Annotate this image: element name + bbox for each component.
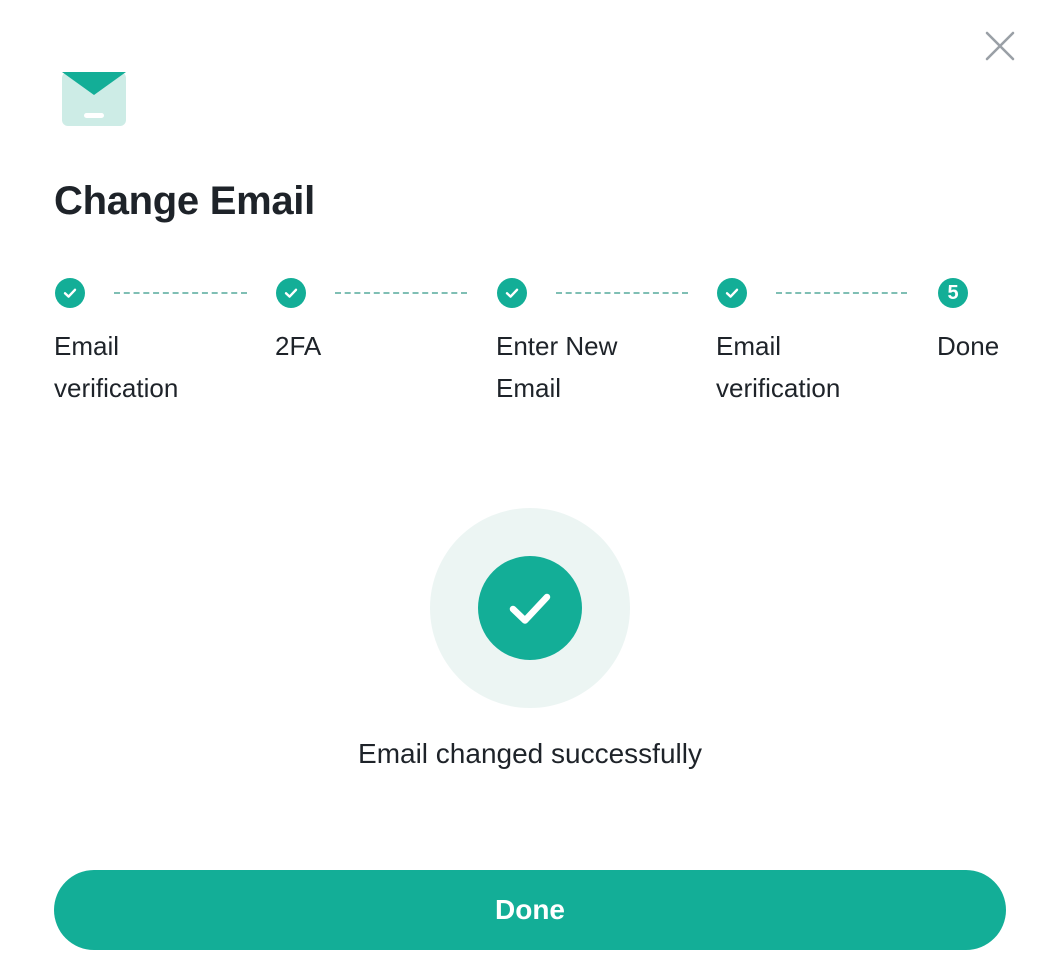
step-enter-new-email: Enter New Email	[496, 278, 617, 409]
check-icon	[63, 288, 77, 298]
step-label: Enter New Email	[496, 331, 618, 403]
success-circle	[478, 556, 582, 660]
success-message: Email changed successfully	[358, 738, 702, 769]
step-label: Email verification	[716, 331, 841, 403]
step-complete-marker	[276, 278, 306, 308]
step-connector	[335, 292, 467, 294]
check-icon	[505, 288, 519, 298]
check-icon	[284, 288, 298, 298]
check-icon	[725, 288, 739, 298]
step-done: 5 Done	[937, 278, 999, 367]
step-complete-marker	[55, 278, 85, 308]
step-number-marker: 5	[938, 278, 968, 308]
step-2fa: 2FA	[275, 278, 321, 367]
step-new-email-verification: Email verification	[716, 278, 840, 409]
envelope-icon	[62, 72, 126, 126]
step-label: Email verification	[54, 331, 179, 403]
change-email-dialog: Change Email Email verification 2FA Ente…	[0, 0, 1056, 970]
close-button[interactable]	[980, 26, 1020, 66]
step-email-verification: Email verification	[54, 278, 178, 409]
success-indicator	[430, 508, 630, 708]
done-button[interactable]: Done	[54, 870, 1006, 950]
page-title: Change Email	[54, 179, 315, 223]
step-label: Done	[937, 331, 1000, 361]
step-complete-marker	[717, 278, 747, 308]
step-complete-marker	[497, 278, 527, 308]
success-check-icon	[509, 593, 551, 624]
step-label: 2FA	[275, 331, 322, 361]
close-icon	[985, 31, 1015, 61]
